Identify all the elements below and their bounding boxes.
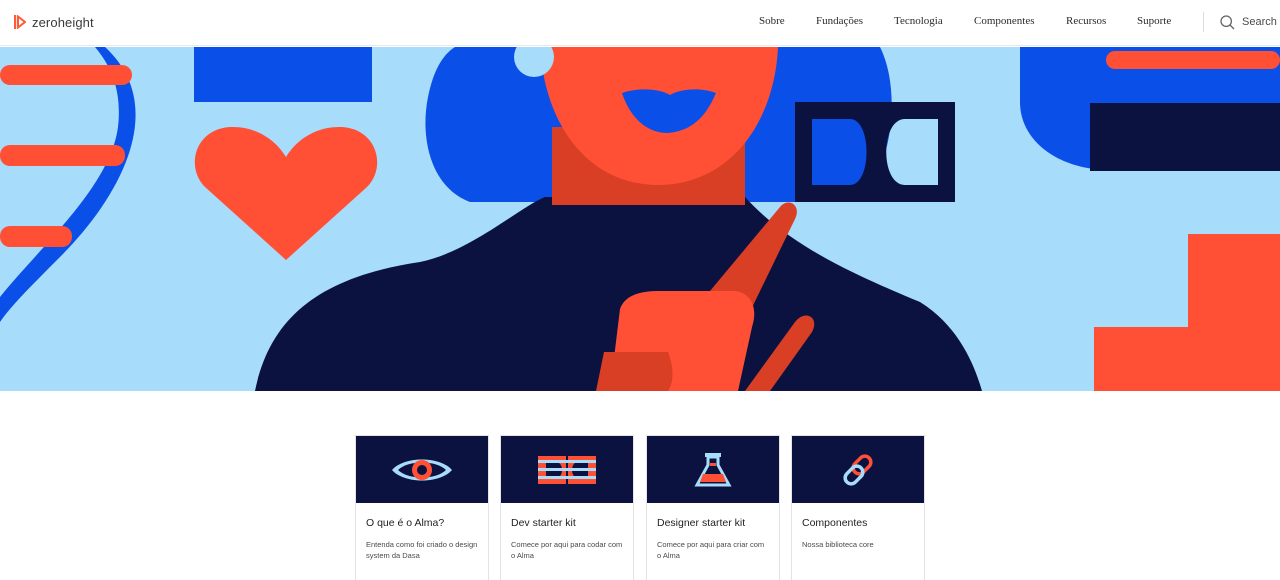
hero-banner — [0, 47, 1280, 391]
eye-icon — [392, 459, 452, 480]
nav-item-sobre[interactable]: Sobre — [759, 15, 785, 27]
search-icon — [1220, 14, 1235, 29]
card-componentes[interactable]: Componentes Nossa biblioteca core — [791, 435, 925, 580]
left-blue-arc — [0, 47, 136, 322]
card-o-que-e-alma[interactable]: O que é o Alma? Entenda como foi criado … — [355, 435, 489, 580]
top-navigation-bar: zeroheight Sobre Fundações Tecnologia Co… — [0, 0, 1280, 46]
nav-item-recursos[interactable]: Recursos — [1066, 15, 1106, 27]
card-thumbnail — [647, 436, 779, 503]
card-thumbnail — [501, 436, 633, 503]
right-coral-bar — [1106, 51, 1280, 69]
brand-logo[interactable]: zeroheight — [14, 13, 94, 31]
card-dev-starter-kit[interactable]: Dev starter kit Comece por aqui para cod… — [500, 435, 634, 580]
search-button[interactable]: Search — [1220, 13, 1277, 31]
nav-item-componentes[interactable]: Componentes — [974, 15, 1035, 27]
card-title: Designer starter kit — [657, 517, 746, 529]
left-coral-bar-3 — [0, 226, 72, 247]
nav-divider — [1203, 12, 1204, 32]
hand-shadow — [596, 352, 673, 391]
right-coral-step — [1094, 234, 1280, 391]
card-description: Comece por aqui para codar com o Alma — [511, 540, 623, 560]
card-designer-starter-kit[interactable]: Designer starter kit Comece por aqui par… — [646, 435, 780, 580]
search-label: Search — [1242, 16, 1277, 28]
flask-icon — [694, 452, 732, 486]
zeroheight-logo-icon — [14, 15, 26, 29]
heart-shape — [194, 126, 378, 260]
card-thumbnail — [792, 436, 924, 503]
hero-illustration — [0, 47, 1280, 391]
card-thumbnail — [356, 436, 488, 503]
card-description: Entenda como foi criado o design system … — [366, 540, 478, 560]
left-coral-bar-2 — [0, 145, 125, 166]
dasa-logo-icon — [538, 455, 596, 484]
quick-links-cards: O que é o Alma? Entenda como foi criado … — [355, 435, 925, 580]
nav-item-fundacoes[interactable]: Fundações — [816, 15, 863, 27]
card-title: Componentes — [802, 517, 868, 529]
card-description: Nossa biblioteca core — [802, 540, 874, 549]
brand-name: zeroheight — [32, 14, 94, 30]
left-coral-bar-1 — [0, 65, 132, 85]
card-title: O que é o Alma? — [366, 517, 445, 529]
link-icon — [843, 453, 873, 486]
nav-item-suporte[interactable]: Suporte — [1137, 15, 1171, 27]
nav-item-tecnologia[interactable]: Tecnologia — [894, 15, 943, 27]
card-description: Comece por aqui para criar com o Alma — [657, 540, 765, 560]
card-title: Dev starter kit — [511, 517, 576, 529]
blue-block-top — [194, 47, 372, 102]
